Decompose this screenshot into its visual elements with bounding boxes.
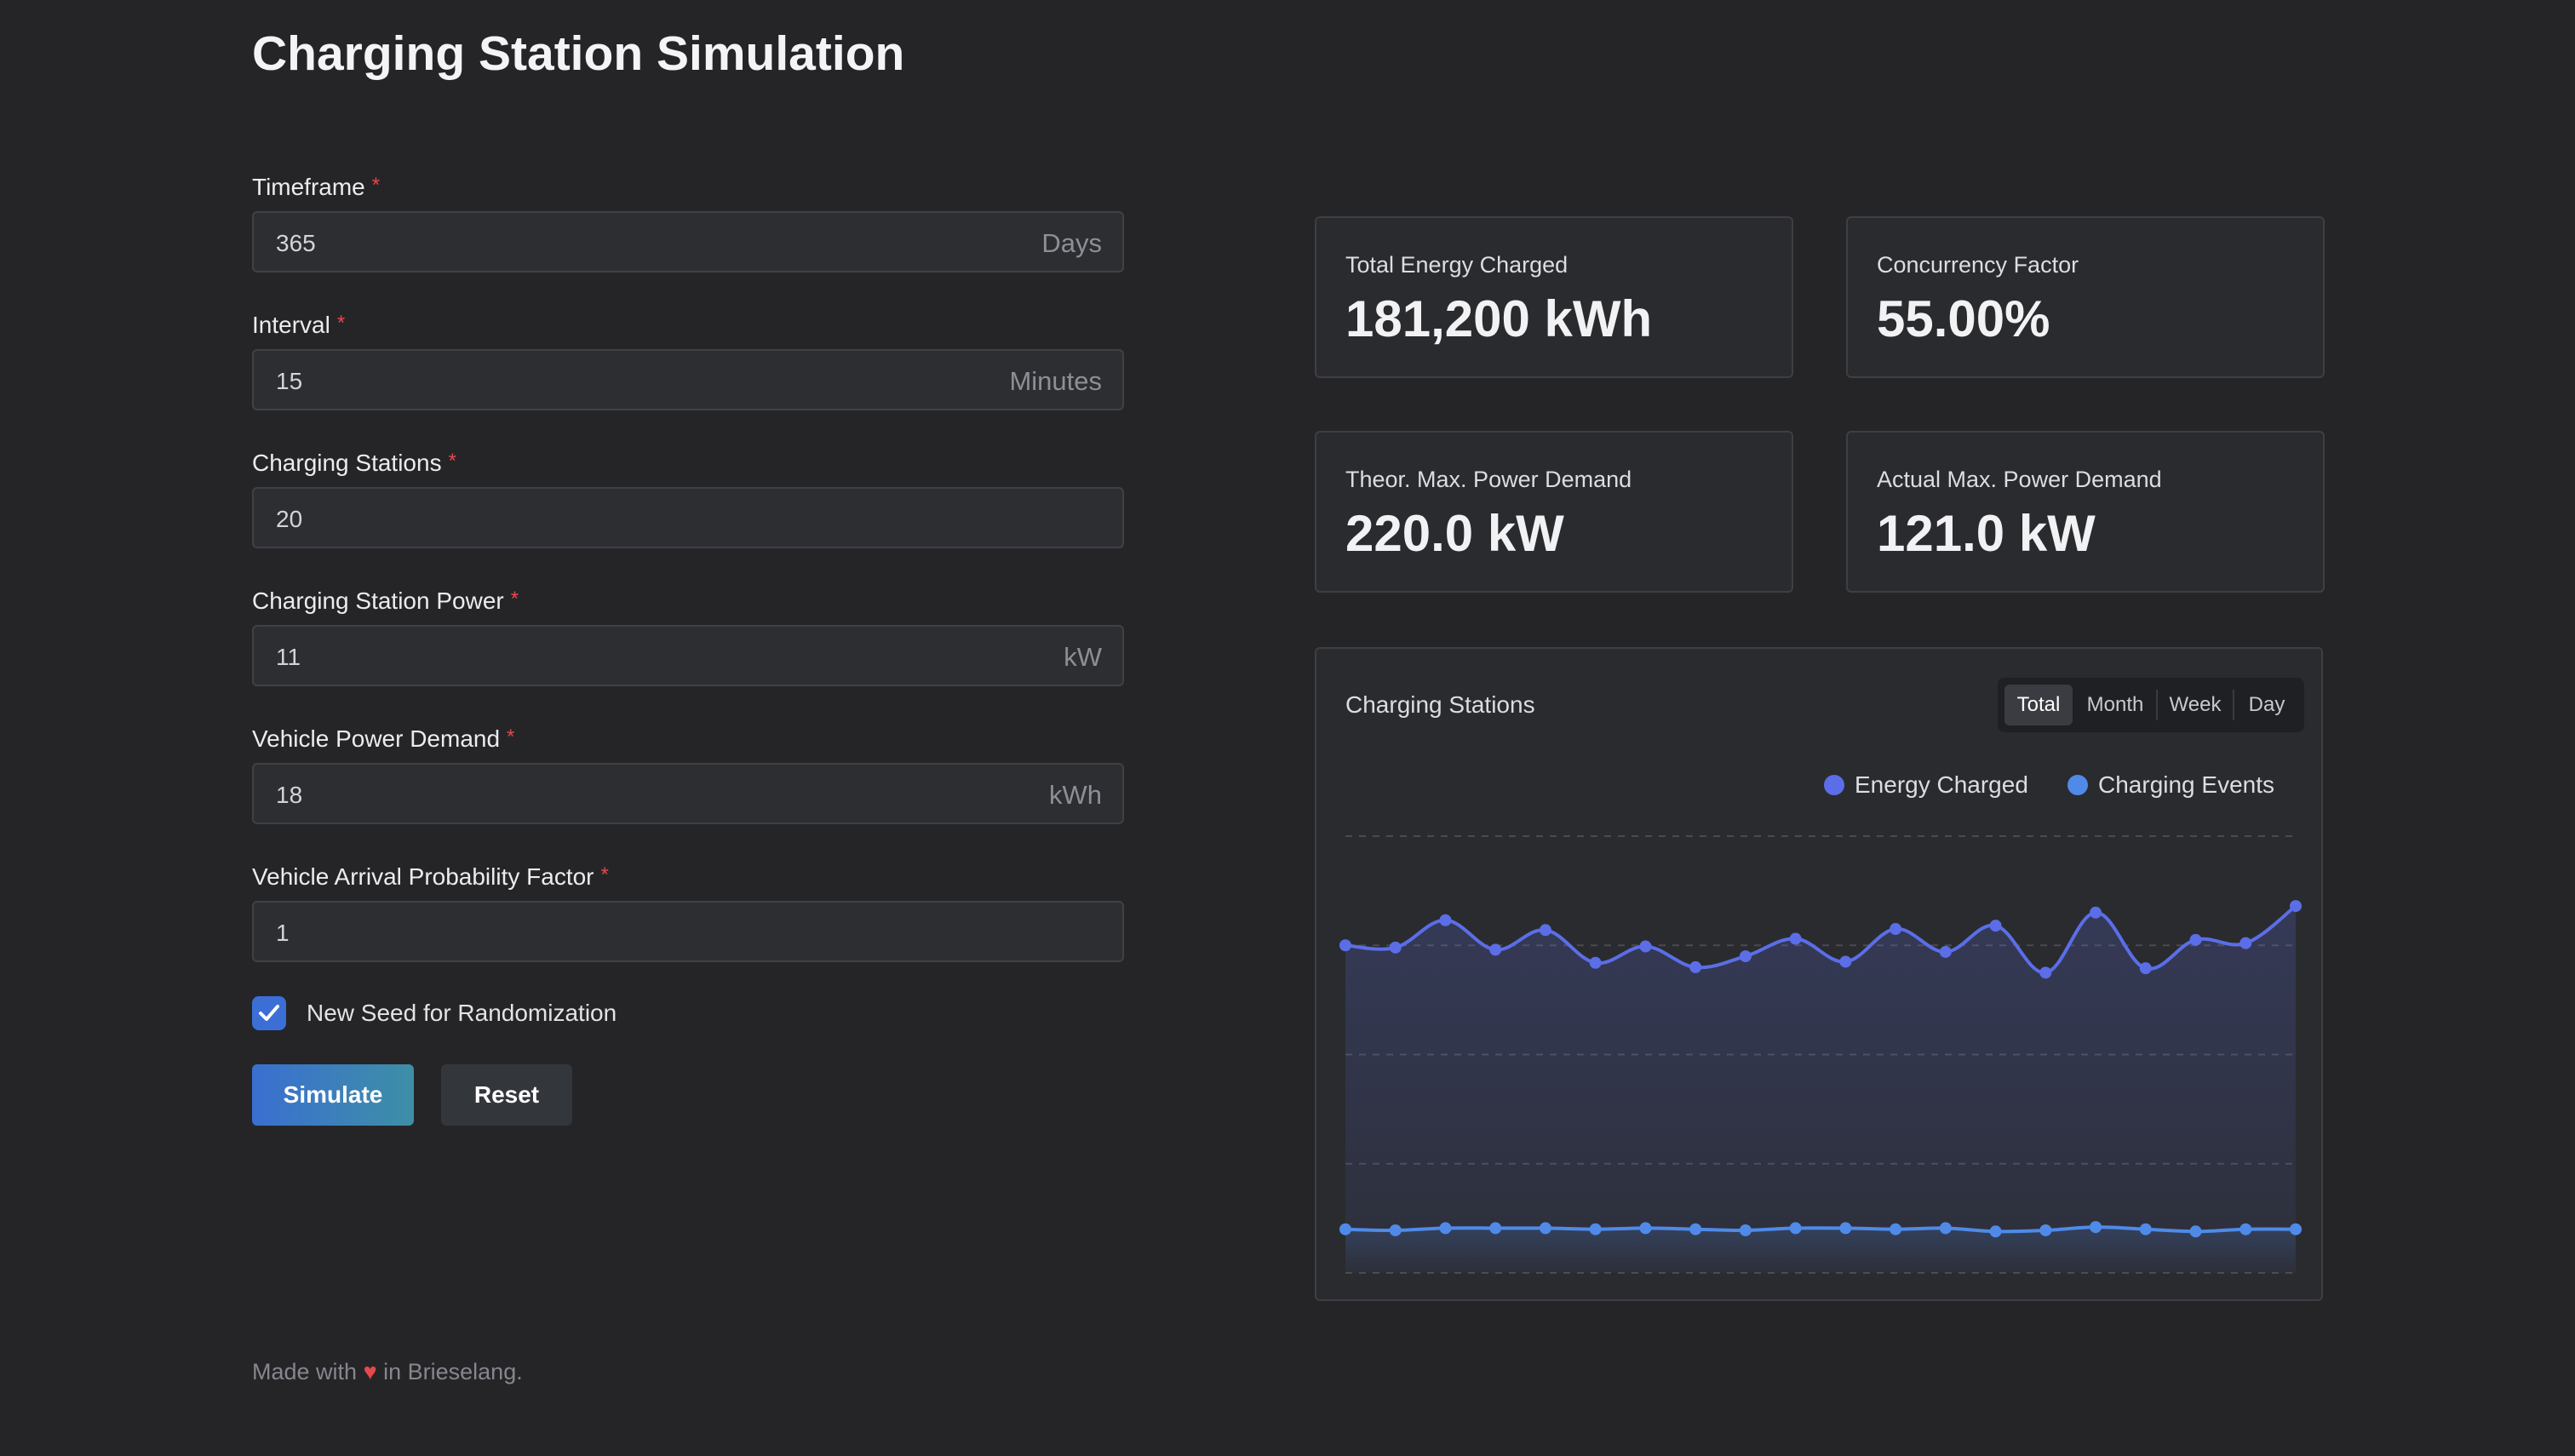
stat-label: Total Energy Charged [1345,252,1569,278]
data-point-events-13[interactable] [1939,1222,1952,1235]
data-point-energy-4[interactable] [1489,943,1502,956]
data-point-energy-2[interactable] [1389,941,1402,954]
station-power-label: Charging Station Power * [252,588,519,614]
data-point-events-7[interactable] [1639,1222,1652,1235]
data-point-energy-14[interactable] [1989,920,2002,932]
stat-label: Actual Max. Power Demand [1877,467,2162,492]
data-point-energy-11[interactable] [1839,955,1852,968]
series-events-area [1345,1227,2296,1273]
data-point-energy-20[interactable] [2290,900,2302,913]
data-point-energy-8[interactable] [1689,960,1702,973]
data-point-events-5[interactable] [1539,1222,1551,1235]
vehicle-demand-label: Vehicle Power Demand * [252,725,515,752]
data-point-events-19[interactable] [2240,1223,2252,1235]
data-point-energy-7[interactable] [1639,940,1652,953]
stat-value: 121.0 kW [1877,505,2096,562]
seed-checkbox[interactable] [252,996,286,1030]
timeframe-field: Timeframe * 365 Days [252,174,1124,272]
data-point-events-2[interactable] [1389,1224,1402,1236]
stat-value: 220.0 kW [1345,505,1564,562]
data-point-events-10[interactable] [1789,1222,1802,1235]
simulate-button[interactable]: Simulate [252,1064,414,1126]
data-point-events-6[interactable] [1589,1223,1602,1235]
stat-value: 181,200 kWh [1345,290,1653,347]
data-point-energy-9[interactable] [1739,950,1752,963]
stat-card-theor-max: Theor. Max. Power Demand 220.0 kW [1315,431,1793,593]
data-point-energy-5[interactable] [1539,924,1551,937]
interval-unit: Minutes [1009,366,1102,396]
stat-value: 55.00% [1877,290,2050,347]
station-power-value: 11 [276,644,301,670]
stat-card-actual-max: Actual Max. Power Demand 121.0 kW [1846,431,2325,593]
charging-stations-input[interactable]: 20 [252,487,1124,548]
stat-label: Theor. Max. Power Demand [1345,467,1632,492]
checkmark-icon [259,1005,279,1021]
page-title: Charging Station Simulation [252,26,905,81]
stat-card-total-energy: Total Energy Charged 181,200 kWh [1315,216,1793,378]
data-point-events-8[interactable] [1689,1223,1702,1235]
data-point-energy-10[interactable] [1789,932,1802,945]
arrival-factor-field: Vehicle Arrival Probability Factor * 1 [252,863,1124,962]
data-point-events-4[interactable] [1489,1222,1502,1235]
charging-stations-value: 20 [276,506,303,532]
data-point-events-18[interactable] [2189,1225,2202,1238]
series-energy-area [1345,906,2296,1273]
station-power-field: Charging Station Power * 11 kW [252,588,1124,686]
interval-field: Interval * 15 Minutes [252,312,1124,410]
interval-value: 15 [276,368,303,394]
stat-label: Concurrency Factor [1877,252,2079,278]
stat-card-concurrency: Concurrency Factor 55.00% [1846,216,2325,378]
data-point-events-1[interactable] [1339,1223,1351,1235]
data-point-events-14[interactable] [1989,1225,2002,1238]
arrival-factor-value: 1 [276,920,290,946]
data-point-energy-12[interactable] [1890,923,1902,936]
data-point-energy-18[interactable] [2189,933,2202,946]
data-point-events-3[interactable] [1439,1222,1452,1235]
data-point-energy-17[interactable] [2139,962,2152,975]
charging-stations-label: Charging Stations * [252,450,456,476]
data-point-events-12[interactable] [1890,1223,1902,1235]
vehicle-demand-value: 18 [276,782,303,808]
vehicle-demand-unit: kWh [1049,780,1102,810]
chart-card: Charging Stations Total Month Week Day E… [1315,647,2323,1301]
reset-button[interactable]: Reset [441,1064,572,1126]
timeframe-value: 365 [276,230,316,256]
chart-plot [1339,835,2302,1274]
vehicle-demand-field: Vehicle Power Demand * 18 kWh [252,725,1124,824]
data-point-events-9[interactable] [1739,1224,1752,1236]
data-point-energy-3[interactable] [1439,914,1452,926]
arrival-factor-input[interactable]: 1 [252,901,1124,962]
station-power-input[interactable]: 11 kW [252,625,1124,686]
interval-label: Interval * [252,312,346,338]
interval-input[interactable]: 15 Minutes [252,349,1124,410]
timeframe-input[interactable]: 365 Days [252,211,1124,272]
vehicle-demand-input[interactable]: 18 kWh [252,763,1124,824]
data-point-energy-16[interactable] [2090,906,2102,919]
footer: Made with ♥ in Brieselang. [252,1359,523,1384]
data-point-events-17[interactable] [2139,1223,2152,1235]
data-point-energy-1[interactable] [1339,939,1351,952]
data-point-events-20[interactable] [2290,1223,2302,1235]
timeframe-label: Timeframe * [252,174,381,200]
data-point-energy-19[interactable] [2240,937,2252,949]
data-point-events-16[interactable] [2090,1221,2102,1234]
timeframe-unit: Days [1041,228,1102,258]
heart-icon: ♥ [363,1359,377,1384]
data-point-events-11[interactable] [1839,1222,1852,1235]
data-point-energy-13[interactable] [1939,945,1952,958]
page: Charging Station Simulation Timeframe * 3… [0,0,2575,1456]
data-point-events-15[interactable] [2039,1224,2052,1236]
station-power-unit: kW [1064,642,1102,672]
data-point-energy-15[interactable] [2039,966,2052,979]
data-point-energy-6[interactable] [1589,956,1602,969]
arrival-factor-label: Vehicle Arrival Probability Factor * [252,863,609,890]
seed-checkbox-label: New Seed for Randomization [307,1000,617,1026]
charging-stations-field: Charging Stations * 20 [252,450,1124,548]
